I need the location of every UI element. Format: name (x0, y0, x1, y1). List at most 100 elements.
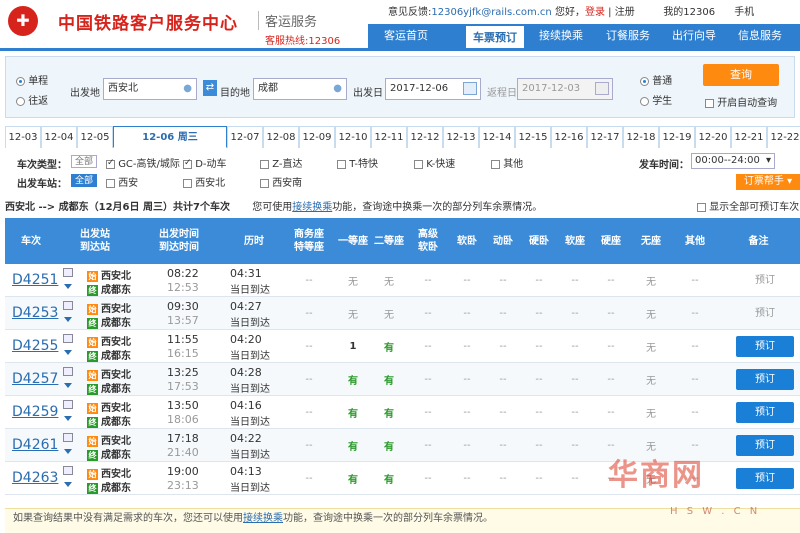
route-tip-end: 功能，查询途中换乘一次的部分列车余票情况。 (332, 202, 543, 213)
mobile-link[interactable]: 手机 (734, 7, 754, 18)
seat-availability: 无 (646, 343, 656, 354)
auto-query-checkbox[interactable]: 开启自动查询 (705, 94, 777, 109)
passenger-normal-radio[interactable]: 普通 (640, 72, 672, 87)
station-all-button[interactable]: 全部 (71, 174, 97, 187)
register-link[interactable]: 注册 (615, 7, 635, 18)
chevron-down-icon[interactable] (64, 482, 72, 487)
date-tab[interactable]: 12-14 (479, 126, 515, 148)
query-button[interactable]: 查询 (703, 64, 779, 86)
nav-info[interactable]: 信息服务 (728, 24, 792, 48)
train-info-icon[interactable] (63, 268, 73, 277)
chevron-down-icon[interactable] (64, 317, 72, 322)
depart-time-select[interactable]: 00:00--24:00 ▾ (691, 153, 775, 169)
passenger-student-radio[interactable]: 学生 (640, 92, 672, 107)
column-header[interactable]: 出发时间 到达时间 (133, 218, 225, 264)
book-button[interactable]: 预订 (736, 336, 794, 357)
nav-ticket-booking[interactable]: 车票预订 (466, 24, 524, 48)
date-tab[interactable]: 12-03 (5, 126, 41, 148)
book-button[interactable]: 预订 (736, 402, 794, 423)
date-tab[interactable]: 12-05 (77, 126, 113, 148)
train-info-icon[interactable] (63, 301, 73, 310)
chevron-down-icon: ▾ (765, 155, 771, 166)
show-all-checkbox[interactable]: 显示全部可预订车次 (697, 198, 799, 213)
date-tab[interactable]: 12-10 (335, 126, 371, 148)
train-info-icon[interactable] (63, 367, 73, 376)
column-header: 二等座 (374, 235, 404, 247)
watermark-url: H S W . C N (670, 506, 761, 517)
passenger-student-label: 学生 (652, 96, 673, 107)
train-info-icon[interactable] (63, 433, 73, 442)
date-tab[interactable]: 12-18 (623, 126, 659, 148)
seat-availability: -- (424, 407, 432, 418)
date-tab[interactable]: 12-04 (41, 126, 77, 148)
date-tab[interactable]: 12-09 (299, 126, 335, 148)
filter-k[interactable]: K-快速 (414, 155, 455, 170)
date-tab[interactable]: 12-22 (767, 126, 800, 148)
date-tab[interactable]: 12-07 (227, 126, 263, 148)
filter-z-label: Z-直达 (272, 159, 303, 170)
transfer-link[interactable]: 接续换乘 (292, 202, 332, 213)
train-info-icon[interactable] (63, 334, 73, 343)
swap-icon[interactable]: ⇄ (203, 80, 217, 96)
station-xian[interactable]: 西安 (106, 174, 138, 189)
filter-d[interactable]: D-动车 (183, 155, 227, 170)
chevron-down-icon[interactable] (64, 284, 72, 289)
train-number-link[interactable]: D4257 (12, 371, 58, 387)
train-number-link[interactable]: D4263 (12, 470, 58, 486)
chevron-down-icon[interactable] (64, 416, 72, 421)
footnote-transfer-link[interactable]: 接续换乘 (243, 513, 283, 524)
trip-single-radio[interactable]: 单程 (16, 72, 48, 87)
date-tab[interactable]: 12-06 周三 (113, 126, 227, 148)
filter-z[interactable]: Z-直达 (260, 155, 302, 170)
booking-helper-button[interactable]: 订票帮手 ▾ (736, 174, 800, 190)
column-header[interactable]: 车次 (5, 218, 57, 264)
date-tab[interactable]: 12-19 (659, 126, 695, 148)
date-tab[interactable]: 12-20 (695, 126, 731, 148)
nav-meal[interactable]: 订餐服务 (596, 24, 660, 48)
nav-transfer[interactable]: 接续换乘 (530, 24, 592, 48)
column-header[interactable]: 历时 (225, 218, 283, 264)
arrival-day: 当日到达 (230, 318, 270, 329)
date-tab[interactable]: 12-15 (515, 126, 551, 148)
chevron-down-icon[interactable] (64, 383, 72, 388)
column-header[interactable]: 出发站 到达站 (57, 218, 133, 264)
date-tab[interactable]: 12-17 (587, 126, 623, 148)
train-number-link[interactable]: D4255 (12, 338, 58, 354)
station-xiannan[interactable]: 西安南 (260, 174, 302, 189)
book-button[interactable]: 预订 (736, 369, 794, 390)
trip-round-radio[interactable]: 往返 (16, 92, 48, 107)
filter-gc[interactable]: GC-高铁/城际 (106, 155, 180, 170)
to-input[interactable]: 成都 ● (253, 78, 347, 100)
train-number-link[interactable]: D4261 (12, 437, 58, 453)
train-info-icon[interactable] (63, 400, 73, 409)
train-type-all-button[interactable]: 全部 (71, 155, 97, 168)
book-button[interactable]: 预订 (736, 435, 794, 456)
date-tab[interactable]: 12-21 (731, 126, 767, 148)
date-tab[interactable]: 12-13 (443, 126, 479, 148)
train-number-link[interactable]: D4253 (12, 305, 58, 321)
train-info-icon[interactable] (63, 466, 73, 475)
from-input[interactable]: 西安北 ● (103, 78, 197, 100)
nav-guide[interactable]: 出行向导 (662, 24, 726, 48)
train-number-link[interactable]: D4259 (12, 404, 58, 420)
date-tab[interactable]: 12-08 (263, 126, 299, 148)
my12306-link[interactable]: 我的12306 (663, 7, 715, 18)
depart-date-input[interactable]: 2017-12-06 (385, 78, 481, 100)
start-badge: 始 (87, 303, 98, 315)
chevron-down-icon[interactable] (64, 449, 72, 454)
date-tab[interactable]: 12-16 (551, 126, 587, 148)
return-date-input[interactable]: 2017-12-03 (517, 78, 613, 100)
filter-other[interactable]: 其他 (491, 155, 523, 170)
train-number-link[interactable]: D4251 (12, 272, 58, 288)
filter-t[interactable]: T-特快 (337, 155, 378, 170)
seat-availability: -- (535, 308, 543, 319)
nav-home[interactable]: 客运首页 (370, 24, 442, 48)
duration: 04:28 (230, 366, 262, 379)
chevron-down-icon[interactable] (64, 350, 72, 355)
date-tab[interactable]: 12-11 (371, 126, 407, 148)
book-button[interactable]: 预订 (736, 468, 794, 489)
login-link[interactable]: 登录 (585, 7, 605, 18)
station-xianbei[interactable]: 西安北 (183, 174, 225, 189)
feedback-email-link[interactable]: 12306yjfk@rails.com.cn (431, 7, 551, 18)
date-tab[interactable]: 12-12 (407, 126, 443, 148)
